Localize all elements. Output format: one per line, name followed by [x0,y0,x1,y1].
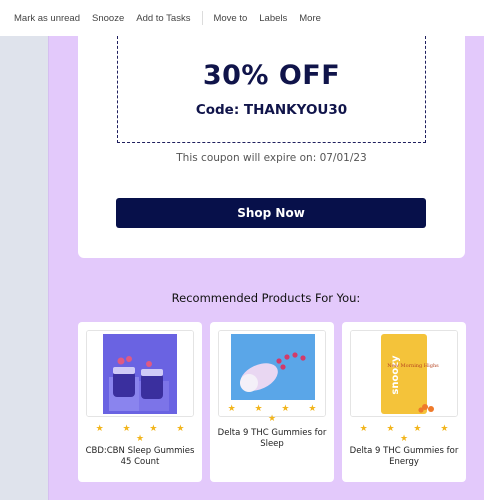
labels-button[interactable]: Labels [259,13,287,24]
product-card-1[interactable]: ★ ★ ★ ★ ★ CBD:CBN Sleep Gummies 45 Count [78,322,202,482]
snooze-button[interactable]: Snooze [92,13,124,24]
product-image-3[interactable]: snoozy New Morning Highs [350,330,458,417]
product-image-1[interactable] [86,330,194,417]
coupon-expiry: This coupon will expire on: 07/01/23 [176,152,367,164]
product-name-3[interactable]: Delta 9 THC Gummies for Energy [348,446,460,468]
shop-now-button[interactable]: Shop Now [116,198,426,228]
product-rating-1: ★ ★ ★ ★ ★ [95,424,193,444]
pouch-brand: snoozy [390,355,401,395]
product-rating-3: ★ ★ ★ ★ ★ [359,424,457,444]
pouch-tagline: New Morning Highs [387,363,439,369]
product-name-1[interactable]: CBD:CBN Sleep Gummies 45 Count [84,446,196,468]
mark-as-unread-button[interactable]: Mark as unread [14,13,80,24]
snoozy-pouch-image: snoozy New Morning Highs [351,331,457,416]
email-toolbar: Mark as unread Snooze Add to Tasks Move … [0,0,484,36]
add-to-tasks-button[interactable]: Add to Tasks [136,13,190,24]
product-name-2[interactable]: Delta 9 THC Gummies for Sleep [216,428,328,450]
product-card-3[interactable]: snoozy New Morning Highs ★ ★ ★ ★ ★ Delta… [342,322,466,482]
move-to-button[interactable]: Move to [213,13,247,24]
product-card-2[interactable]: ★ ★ ★ ★ ★ Delta 9 THC Gummies for Sleep [210,322,334,482]
left-panel [0,36,48,500]
product-rating-2: ★ ★ ★ ★ ★ [227,404,325,424]
toolbar-divider [202,11,204,25]
gummy-jars-image [87,331,193,416]
coupon-code: Code: THANKYOU30 [195,102,348,118]
more-button[interactable]: More [299,13,321,24]
recommended-title: Recommended Products For You: [171,291,361,305]
discount-text: 30% OFF [202,60,341,91]
coupon-box: 30% OFF Code: THANKYOU30 [117,36,426,143]
